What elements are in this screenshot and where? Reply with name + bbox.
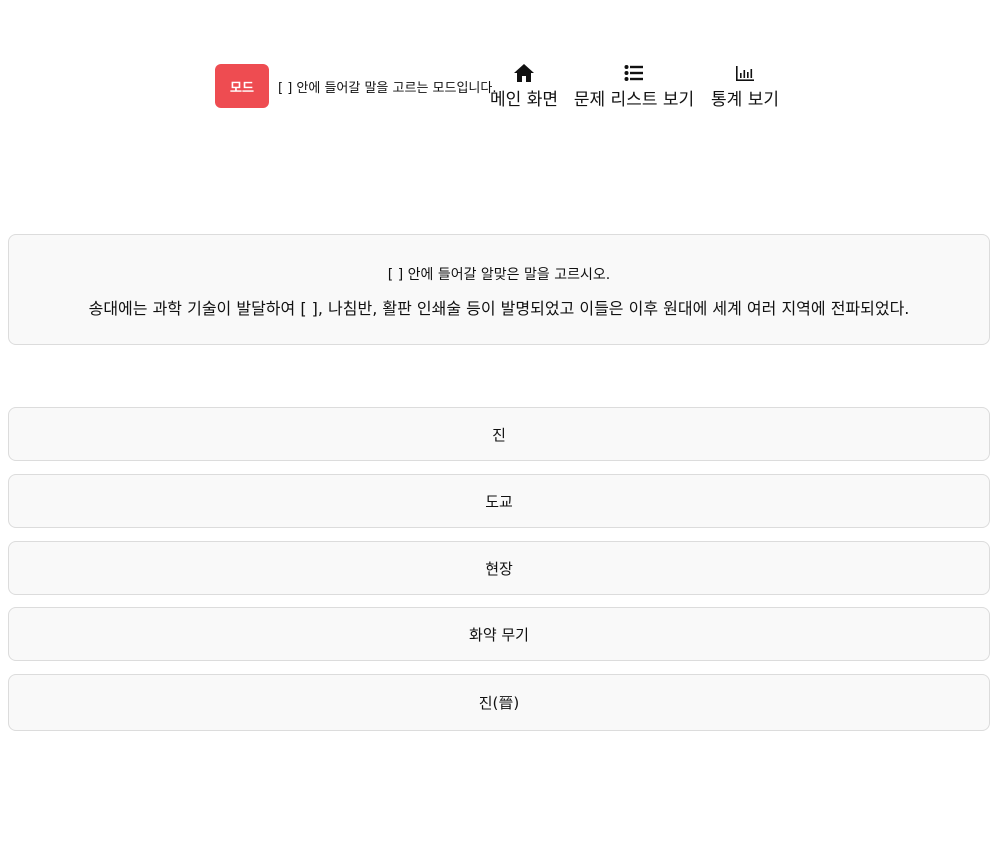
list-icon [624, 62, 644, 84]
question-instruction: [ ] 안에 들어갈 알맞은 말을 고르시오. [387, 267, 611, 283]
nav-question-list[interactable]: 문제 리스트 보기 [573, 62, 695, 110]
bar-chart-icon [735, 62, 755, 84]
nav-main-screen-label: 메인 화면 [490, 90, 558, 110]
question-panel: [ ] 안에 들어갈 알맞은 말을 고르시오. 송대에는 과학 기술이 발달하여… [8, 234, 990, 345]
question-text: 송대에는 과학 기술이 발달하여 [ ], 나침반, 활판 인쇄술 등이 발명되… [88, 299, 910, 318]
answer-option[interactable]: 현장 [8, 541, 990, 595]
mode-button[interactable]: 모드 [215, 64, 269, 108]
nav-question-list-label: 문제 리스트 보기 [573, 90, 695, 110]
answer-option[interactable]: 도교 [8, 474, 990, 528]
answer-option[interactable]: 화약 무기 [8, 607, 990, 661]
home-icon [513, 62, 535, 84]
mode-description: [ ] 안에 들어갈 말을 고르는 모드입니다. [278, 81, 497, 96]
top-bar: 모드 [ ] 안에 들어갈 말을 고르는 모드입니다. 메인 화면 문제 리스트… [0, 62, 1000, 112]
nav-statistics-label: 통계 보기 [711, 90, 779, 110]
nav-main-screen[interactable]: 메인 화면 [490, 62, 558, 110]
nav-statistics[interactable]: 통계 보기 [711, 62, 779, 110]
answer-option[interactable]: 진(晉) [8, 674, 990, 731]
answer-option[interactable]: 진 [8, 407, 990, 461]
